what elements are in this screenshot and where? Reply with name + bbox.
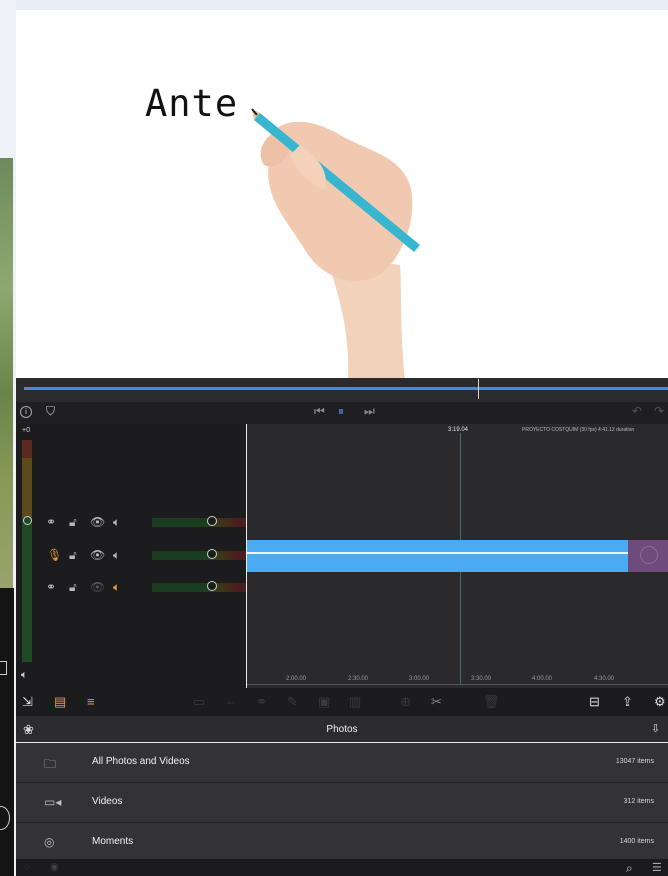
volume-slider-knob[interactable] bbox=[207, 549, 217, 559]
skip-forward-icon[interactable]: ⏭ bbox=[364, 405, 375, 417]
background-photo bbox=[0, 158, 13, 588]
pencil-icon[interactable]: ✎ bbox=[287, 695, 298, 709]
ruler-tick: 3:30.00 bbox=[471, 676, 492, 682]
lock-icon[interactable]: 🔓︎ bbox=[69, 580, 77, 594]
scrubber-playhead[interactable] bbox=[478, 379, 479, 399]
layout-icon[interactable]: ⊟ bbox=[589, 695, 600, 709]
list-item-count: 1400 items bbox=[619, 838, 654, 845]
track-row-2: 🎙︎ 🔓︎ 👁︎ 🔈︎ +0 bbox=[16, 548, 258, 566]
download-icon[interactable]: ⇩ bbox=[651, 722, 660, 735]
list-item-count: 13047 items bbox=[615, 758, 654, 765]
video-camera-icon: ▭◂ bbox=[44, 795, 62, 809]
moments-icon: ◎ bbox=[44, 835, 55, 849]
import-icon[interactable]: ⇲ bbox=[22, 695, 33, 709]
background-icon bbox=[0, 661, 7, 675]
background-dark-panel bbox=[0, 588, 14, 876]
record-icon[interactable]: ◉ bbox=[50, 862, 59, 873]
ruler-tick: 2:00.00 bbox=[286, 676, 307, 682]
ruler-line bbox=[247, 684, 668, 685]
eye-icon[interactable]: 👁︎ bbox=[90, 515, 105, 529]
list-item-label: Moments bbox=[92, 836, 134, 847]
split-icon[interactable]: ▭ bbox=[193, 695, 205, 709]
expand-icon[interactable]: ⇔ bbox=[225, 695, 238, 709]
ruler-tick: 4:00.00 bbox=[532, 676, 553, 682]
clipboard-icon[interactable]: ▥ bbox=[349, 695, 361, 709]
speaker-icon[interactable]: 🔈︎ bbox=[113, 580, 120, 594]
speaker-icon[interactable]: 🔈︎ bbox=[113, 548, 120, 562]
playhead-time: 3:19.04 bbox=[448, 427, 469, 433]
list-item[interactable]: 🗀︎ All Photos and Videos 13047 items bbox=[16, 743, 668, 782]
list-item[interactable]: ▭◂ Videos 312 items bbox=[16, 783, 668, 822]
master-speaker-icon[interactable]: 🔈︎ bbox=[21, 669, 28, 682]
list-item-label: All Photos and Videos bbox=[92, 756, 190, 767]
settings-gear-icon[interactable]: ⚙ bbox=[654, 695, 666, 709]
info-icon[interactable]: i bbox=[20, 406, 32, 418]
link-icon[interactable]: ⚭ bbox=[46, 580, 56, 594]
clip-list-icon[interactable]: ▤ bbox=[54, 695, 66, 709]
trash-icon[interactable]: 🗑︎ bbox=[483, 695, 500, 709]
lock-icon[interactable]: 🔓︎ bbox=[69, 548, 77, 562]
volume-slider[interactable] bbox=[152, 516, 246, 527]
search-icon[interactable]: ⌕ bbox=[626, 861, 633, 876]
transition-icon[interactable] bbox=[640, 546, 658, 564]
shield-icon[interactable]: ⛉ bbox=[46, 405, 55, 417]
project-info: PROYECTO COSTQUIM (30 fps) 4:41.12 durat… bbox=[522, 427, 635, 433]
clip-audio-line bbox=[247, 552, 628, 554]
check-circle-icon[interactable]: ◌ bbox=[24, 862, 30, 873]
eye-icon[interactable]: 👁︎ bbox=[90, 580, 105, 594]
timeline-clip[interactable] bbox=[247, 540, 628, 572]
speaker-icon[interactable]: 🔈︎ bbox=[113, 515, 120, 529]
list-item[interactable]: ◎ Moments 1400 items bbox=[16, 823, 668, 859]
hand-drawing-illustration bbox=[251, 108, 420, 380]
preview-handwriting-text: Ante bbox=[145, 82, 239, 125]
add-icon[interactable]: ⊕ bbox=[400, 695, 411, 709]
photos-title: Photos bbox=[326, 724, 358, 735]
track-row-3: ⚭ 🔓︎ 👁︎ 🔈︎ x bbox=[16, 580, 253, 598]
audio-tracks-icon[interactable]: ≡ bbox=[87, 695, 95, 709]
share-icon[interactable]: ⇪ bbox=[622, 695, 633, 709]
master-level-label: +0 bbox=[22, 427, 30, 434]
microphone-icon[interactable]: 🎙︎ bbox=[47, 548, 62, 562]
skip-back-icon[interactable]: ⏮ bbox=[314, 405, 325, 417]
camera-icon[interactable]: ▣ bbox=[318, 695, 330, 709]
volume-slider[interactable] bbox=[152, 549, 246, 560]
scrubber-track[interactable] bbox=[24, 387, 668, 390]
volume-slider[interactable] bbox=[152, 581, 246, 592]
link-icon[interactable]: ⚭ bbox=[46, 515, 56, 529]
ruler-tick: 4:30.00 bbox=[594, 676, 615, 682]
pause-icon[interactable]: ⏸ bbox=[338, 405, 344, 417]
list-item-count: 312 items bbox=[623, 798, 654, 805]
bottom-bar bbox=[16, 859, 668, 876]
filter-icon[interactable]: ☰ bbox=[652, 861, 662, 874]
lock-icon[interactable]: 🔓︎ bbox=[69, 515, 77, 529]
ruler-tick: 3:00.00 bbox=[409, 676, 430, 682]
scissors-icon[interactable]: ✂ bbox=[431, 695, 442, 709]
volume-slider-knob[interactable] bbox=[207, 581, 217, 591]
redo-icon[interactable]: ↷ bbox=[654, 405, 664, 417]
scrubber-bar[interactable] bbox=[16, 378, 668, 402]
folder-icon: 🗀︎ bbox=[44, 757, 57, 771]
track-row-1: ⚭ 🔓︎ 👁︎ 🔈︎ +0 bbox=[16, 515, 258, 533]
list-item-label: Videos bbox=[92, 796, 123, 807]
undo-icon[interactable]: ↶ bbox=[632, 405, 642, 417]
volume-slider-knob[interactable] bbox=[207, 516, 217, 526]
edit-toolbar bbox=[16, 688, 668, 716]
eye-icon[interactable]: 👁︎ bbox=[90, 548, 105, 562]
ruler-tick: 2:30.00 bbox=[348, 676, 369, 682]
link-icon[interactable]: ⚭ bbox=[256, 695, 267, 709]
